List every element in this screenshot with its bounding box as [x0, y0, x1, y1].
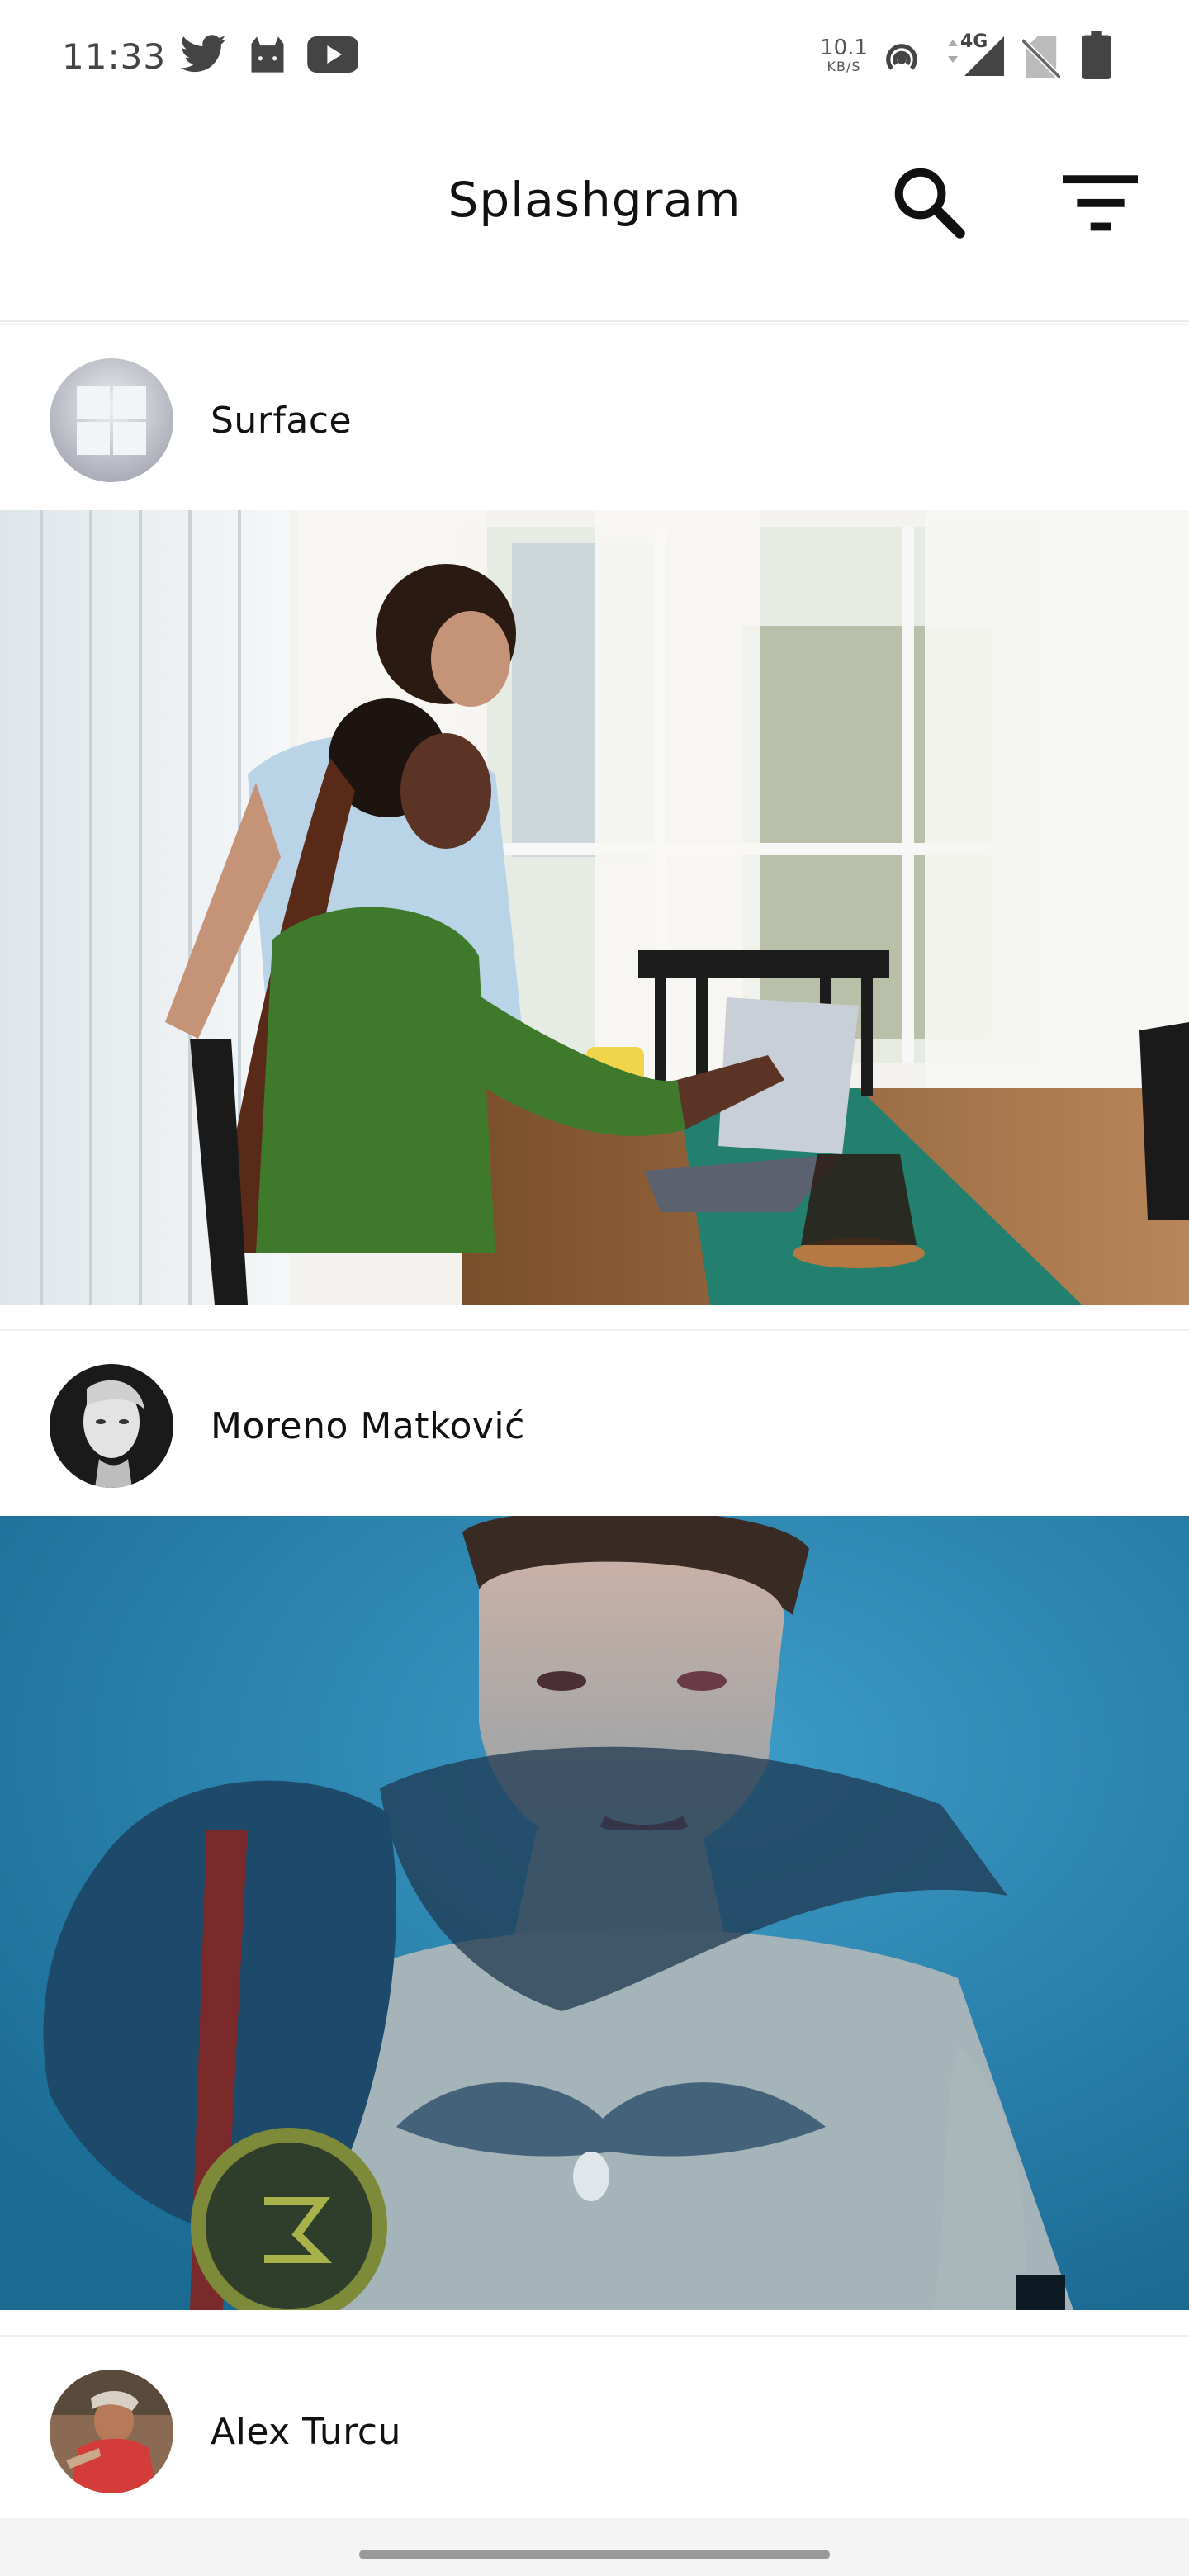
app-title: Splashgram: [448, 172, 741, 228]
post-header[interactable]: Moreno Matković: [0, 1329, 1189, 1516]
author-name[interactable]: Surface: [211, 400, 352, 442]
youtube-icon: [307, 36, 358, 76]
moreno-avatar[interactable]: [50, 1364, 173, 1488]
network-speed: 10.1 KB/S: [820, 36, 868, 74]
author-name[interactable]: Moreno Matković: [211, 1405, 525, 1447]
post-header[interactable]: Surface: [0, 324, 1189, 510]
battery-icon: [1082, 31, 1111, 83]
author-name[interactable]: Alex Turcu: [211, 2411, 401, 2453]
post-separator: [0, 2310, 1189, 2335]
post-photo[interactable]: [0, 510, 1189, 1305]
home-handle[interactable]: [359, 2550, 830, 2559]
network-type: 4G: [960, 31, 988, 52]
search-icon[interactable]: [888, 161, 970, 244]
cat-icon: [246, 33, 289, 79]
app-bar: Splashgram: [0, 116, 1189, 322]
windows-logo-icon: [77, 386, 110, 419]
filter-icon[interactable]: [1059, 165, 1142, 239]
twitter-icon: [180, 35, 226, 76]
alex-avatar[interactable]: [50, 2370, 173, 2493]
surface-avatar[interactable]: [50, 358, 173, 482]
status-bar: 11:33 10.1 KB/S 4G: [0, 0, 1189, 116]
post-separator: [0, 1305, 1189, 1329]
hotspot-icon: [880, 36, 923, 83]
no-sim-icon: [1020, 36, 1063, 81]
status-time: 11:33: [62, 36, 167, 77]
post-header[interactable]: Alex Turcu: [0, 2335, 1189, 2522]
photo-feed: Surface Moreno Matković Alex Turcu: [0, 324, 1189, 2576]
post-photo[interactable]: [0, 1516, 1189, 2310]
gesture-navigation-bar: [0, 2518, 1189, 2576]
